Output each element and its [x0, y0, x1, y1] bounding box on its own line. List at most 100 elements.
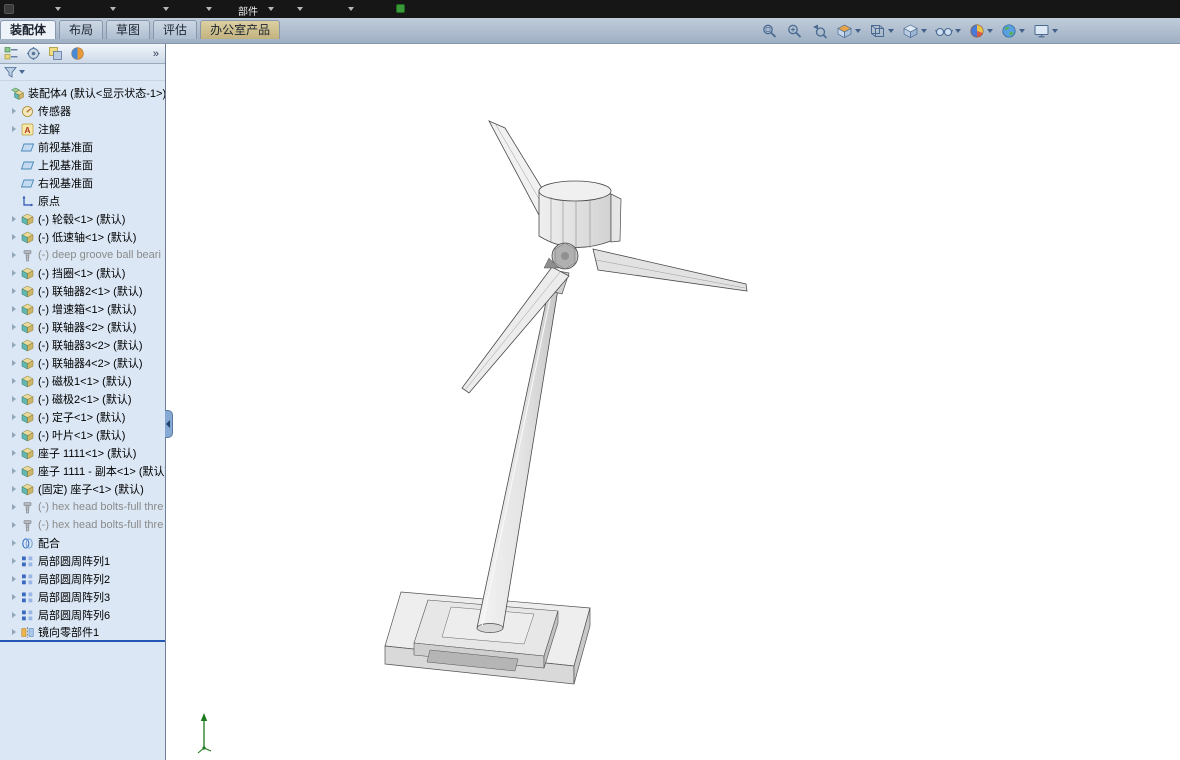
tree-item[interactable]: 座子 1111<1> (默认) — [0, 444, 165, 462]
wind-turbine-model[interactable] — [166, 44, 1180, 760]
part-icon — [21, 267, 36, 280]
hide-show-items-icon[interactable] — [935, 23, 961, 39]
expand-arrow-icon[interactable] — [12, 432, 21, 438]
tree-item[interactable]: 局部圆周阵列1 — [0, 552, 165, 570]
expand-arrow-icon[interactable] — [12, 486, 21, 492]
tab-layout[interactable]: 布局 — [59, 20, 104, 39]
filter-icon[interactable] — [4, 66, 17, 78]
expand-arrow-icon[interactable] — [12, 612, 21, 618]
headsup-toolbar — [761, 23, 1058, 39]
tree-item[interactable]: (-) 增速箱<1> (默认) — [0, 300, 165, 318]
filter-dropdown-icon[interactable] — [19, 70, 25, 74]
tree-item[interactable]: (-) 联轴器3<2> (默认) — [0, 336, 165, 354]
tree-item[interactable]: 座子 1111 - 副本<1> (默认) — [0, 462, 165, 480]
tree-item[interactable]: 装配体4 (默认<显示状态-1>) — [0, 84, 165, 102]
tree-item[interactable]: 传感器 — [0, 102, 165, 120]
expand-arrow-icon[interactable] — [12, 629, 21, 635]
expand-arrow-icon[interactable] — [12, 108, 21, 114]
expand-arrow-icon[interactable] — [12, 126, 21, 132]
view-orientation-icon[interactable] — [869, 23, 894, 39]
expand-arrow-icon[interactable] — [12, 396, 21, 402]
expand-arrow-icon[interactable] — [12, 576, 21, 582]
tree-item[interactable]: 镜向零部件1 — [0, 624, 165, 642]
section-view-icon[interactable] — [836, 23, 861, 39]
tab-evaluate[interactable]: 评估 — [153, 20, 198, 39]
tree-item-label: 局部圆周阵列2 — [38, 574, 111, 586]
tree-item-label: 座子 1111<1> (默认) — [38, 448, 137, 460]
tree-item[interactable]: (-) hex head bolts-full thre — [0, 498, 165, 516]
previous-view-icon[interactable] — [811, 23, 828, 39]
expand-arrow-icon[interactable] — [12, 468, 21, 474]
tree-item-label: (-) 联轴器<2> (默认) — [38, 322, 137, 334]
tree-item[interactable]: (-) 定子<1> (默认) — [0, 408, 165, 426]
component-menu[interactable]: 部件 — [238, 3, 258, 18]
view-settings-icon[interactable] — [1033, 23, 1058, 39]
panel-splitter-handle[interactable] — [165, 410, 173, 438]
expand-arrow-icon[interactable] — [12, 234, 21, 240]
tab-sketch[interactable]: 草图 — [106, 20, 151, 39]
tree-item[interactable]: 前视基准面 — [0, 138, 165, 156]
menu-dropdown-icon[interactable] — [163, 7, 169, 11]
expand-arrow-icon[interactable] — [12, 504, 21, 510]
tree-item[interactable]: (-) deep groove ball beari — [0, 246, 165, 264]
tree-item[interactable]: 配合 — [0, 534, 165, 552]
tree-item[interactable]: 局部圆周阵列2 — [0, 570, 165, 588]
expand-arrow-icon[interactable] — [12, 540, 21, 546]
expand-arrow-icon[interactable] — [12, 414, 21, 420]
tree-item[interactable]: (-) 叶片<1> (默认) — [0, 426, 165, 444]
tree-item[interactable]: 右视基准面 — [0, 174, 165, 192]
tree-item[interactable]: 原点 — [0, 192, 165, 210]
expand-arrow-icon[interactable] — [12, 522, 21, 528]
expand-arrow-icon[interactable] — [12, 270, 21, 276]
tree-item[interactable]: (-) 磁极2<1> (默认) — [0, 390, 165, 408]
tab-assembly[interactable]: 装配体 — [0, 20, 57, 39]
expand-arrow-icon[interactable] — [12, 216, 21, 222]
expand-arrow-icon[interactable] — [12, 342, 21, 348]
configuration-manager-tab-icon[interactable] — [48, 46, 63, 61]
property-manager-tab-icon[interactable] — [26, 46, 41, 61]
tree-item-label: (-) 磁极2<1> (默认) — [38, 394, 132, 406]
tree-item[interactable]: (-) 磁极1<1> (默认) — [0, 372, 165, 390]
expand-arrow-icon[interactable] — [12, 324, 21, 330]
tree-item-label: 注解 — [38, 124, 60, 136]
status-icon[interactable] — [396, 4, 405, 13]
tree-item[interactable]: (-) 联轴器2<1> (默认) — [0, 282, 165, 300]
menu-dropdown-icon[interactable] — [268, 7, 274, 11]
menu-dropdown-icon[interactable] — [348, 7, 354, 11]
expand-arrow-icon[interactable] — [12, 594, 21, 600]
display-style-icon[interactable] — [902, 23, 927, 39]
tree-item[interactable]: (-) 低速轴<1> (默认) — [0, 228, 165, 246]
expand-arrow-icon[interactable] — [12, 306, 21, 312]
menu-dropdown-icon[interactable] — [206, 7, 212, 11]
menu-dropdown-icon[interactable] — [297, 7, 303, 11]
tree-item[interactable]: (-) 挡圈<1> (默认) — [0, 264, 165, 282]
tree-item[interactable]: 上视基准面 — [0, 156, 165, 174]
tree-item[interactable]: A 注解 — [0, 120, 165, 138]
tree-item[interactable]: (-) 联轴器4<2> (默认) — [0, 354, 165, 372]
expand-arrow-icon[interactable] — [12, 378, 21, 384]
edit-appearance-icon[interactable] — [969, 23, 993, 39]
zoom-to-fit-icon[interactable] — [761, 23, 778, 39]
tree-item-label: (-) 叶片<1> (默认) — [38, 430, 126, 442]
tree-item[interactable]: (-) hex head bolts-full thre — [0, 516, 165, 534]
display-manager-tab-icon[interactable] — [70, 46, 85, 61]
panel-overflow-chevron[interactable]: » — [153, 48, 161, 60]
zoom-to-area-icon[interactable] — [786, 23, 803, 39]
graphics-viewport[interactable] — [166, 44, 1180, 760]
tree-item[interactable]: 局部圆周阵列6 — [0, 606, 165, 624]
apply-scene-icon[interactable] — [1001, 23, 1025, 39]
expand-arrow-icon[interactable] — [12, 252, 21, 258]
tree-item[interactable]: 局部圆周阵列3 — [0, 588, 165, 606]
tree-item[interactable]: (固定) 座子<1> (默认) — [0, 480, 165, 498]
expand-arrow-icon[interactable] — [12, 558, 21, 564]
tab-office-products[interactable]: 办公室产品 — [200, 20, 281, 39]
tree-item[interactable]: (-) 联轴器<2> (默认) — [0, 318, 165, 336]
expand-arrow-icon[interactable] — [12, 288, 21, 294]
tree-item[interactable]: (-) 轮毂<1> (默认) — [0, 210, 165, 228]
expand-arrow-icon[interactable] — [12, 360, 21, 366]
menu-dropdown-icon[interactable] — [55, 7, 61, 11]
feature-manager-tab-icon[interactable] — [4, 46, 19, 61]
menu-dropdown-icon[interactable] — [110, 7, 116, 11]
main-area: » 装配体4 (默认<显示状态-1>) 传感器 A 注解 前视基准面 上视基准面 右视基准面… — [0, 44, 1180, 760]
expand-arrow-icon[interactable] — [12, 450, 21, 456]
